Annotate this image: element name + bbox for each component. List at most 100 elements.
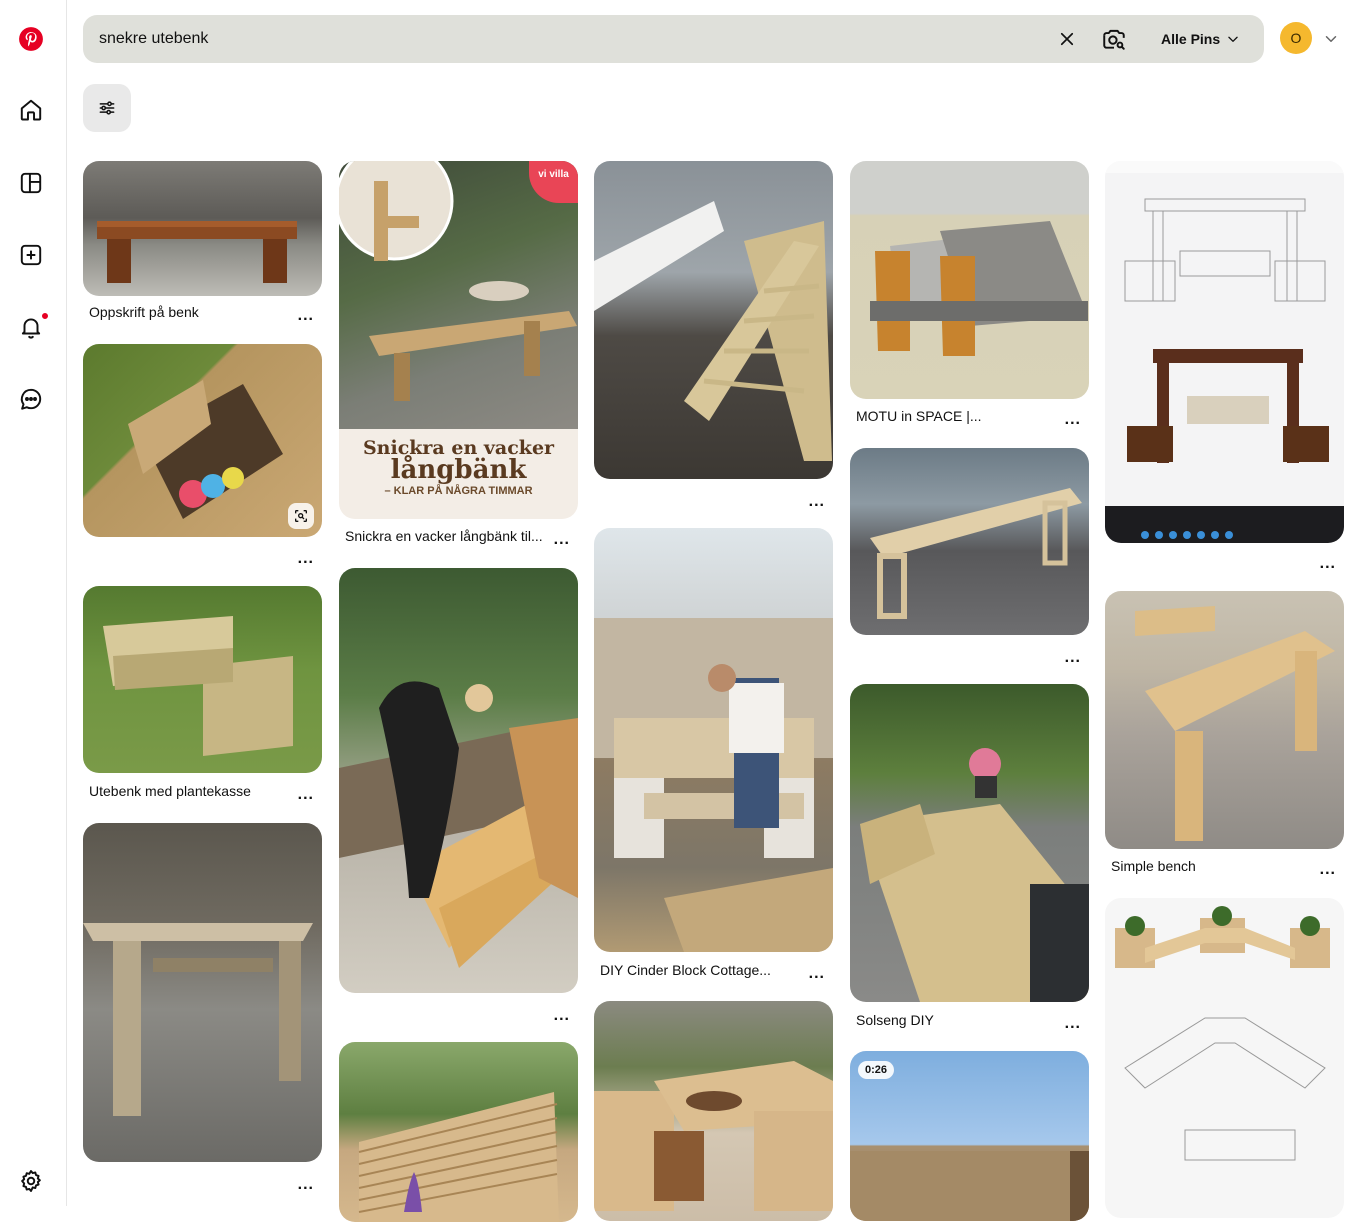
long-bench-photo — [339, 161, 577, 401]
visual-search-badge[interactable] — [288, 503, 314, 529]
pin-title[interactable]: Solseng DIY — [856, 1012, 1046, 1028]
pin-card[interactable] — [1105, 898, 1344, 1218]
search-input[interactable] — [99, 15, 999, 63]
pin-card[interactable]: ... — [850, 448, 1089, 670]
sidebar — [0, 0, 67, 1206]
pin-card[interactable]: vi villa Snickra en vacker långbänk – KL… — [339, 161, 578, 551]
pin-more-button[interactable]: ... — [554, 532, 570, 548]
pin-image[interactable] — [1105, 591, 1344, 849]
account-menu-button[interactable] — [1322, 30, 1340, 48]
filter-button[interactable] — [83, 84, 131, 132]
nav-create[interactable] — [11, 235, 51, 275]
pinterest-logo[interactable] — [11, 19, 51, 59]
pin-more-button[interactable]: ... — [298, 1177, 314, 1193]
bench-photo — [97, 221, 297, 283]
bench-3d-model — [870, 221, 1088, 356]
pin-card[interactable]: DIY Cinder Block Cottage... ... — [594, 528, 833, 988]
pin-more-button[interactable]: ... — [809, 966, 825, 982]
pin-card[interactable]: ... — [339, 568, 578, 1028]
pin-more-button[interactable]: ... — [298, 551, 314, 567]
home-icon — [20, 99, 42, 121]
pin-image[interactable] — [850, 684, 1089, 1002]
pin-image[interactable] — [339, 568, 578, 993]
avatar-initial: O — [1290, 30, 1302, 46]
pin-title[interactable]: Oppskrift på benk — [89, 304, 279, 320]
l-bench-photo — [1135, 606, 1335, 841]
pin-image[interactable] — [850, 161, 1089, 399]
pin-image[interactable] — [83, 344, 322, 537]
pin-image[interactable] — [594, 1001, 833, 1221]
pin-image[interactable] — [594, 161, 833, 479]
avatar[interactable]: O — [1280, 22, 1312, 54]
privacy-fence-photo — [358, 1092, 559, 1222]
swing-plan-screenshot — [1105, 161, 1344, 543]
pin-title[interactable]: MOTU in SPACE |... — [856, 408, 1046, 424]
bell-icon — [21, 318, 41, 339]
nav-home[interactable] — [11, 90, 51, 130]
pin-title[interactable]: Simple bench — [1111, 858, 1301, 874]
pin-more-button[interactable]: ... — [298, 787, 314, 803]
chevron-down-icon — [1228, 36, 1238, 42]
pin-image[interactable] — [83, 586, 322, 773]
slat-bench-photo — [870, 488, 1082, 619]
pin-more-button[interactable]: ... — [809, 494, 825, 510]
pin-photo-area: vi villa — [339, 161, 578, 429]
pin-more-button[interactable]: ... — [1065, 1016, 1081, 1032]
nav-settings[interactable] — [11, 1161, 51, 1201]
pin-image[interactable] — [83, 823, 322, 1162]
chevron-down-icon — [1325, 36, 1337, 42]
clear-search-button[interactable] — [1053, 25, 1081, 53]
close-icon — [1060, 32, 1074, 46]
pin-card[interactable]: Utebenk med plantekasse ... — [83, 586, 322, 806]
lens-icon — [295, 510, 307, 522]
pin-card[interactable] — [594, 1001, 833, 1221]
pin-more-button[interactable]: ... — [1320, 556, 1336, 572]
pin-title[interactable]: Utebenk med plantekasse — [89, 783, 279, 799]
pin-image[interactable]: 0:26 — [850, 1051, 1089, 1221]
pin-overlay-subtitle: – KLAR PÅ NÅGRA TIMMAR — [384, 485, 533, 497]
visual-search-button[interactable] — [1099, 24, 1129, 54]
pinterest-logo-icon — [19, 27, 43, 51]
bench-frame-photo — [594, 201, 832, 461]
nav-boards[interactable] — [11, 163, 51, 203]
pin-card[interactable]: ... — [1105, 161, 1344, 576]
nav-messages[interactable] — [11, 379, 51, 419]
pin-image[interactable] — [83, 161, 322, 296]
pin-image[interactable] — [850, 448, 1089, 635]
pin-more-button[interactable]: ... — [1065, 412, 1081, 428]
pin-more-button[interactable]: ... — [1320, 862, 1336, 878]
sunbed-photo — [860, 748, 1089, 1002]
filter-sliders-icon — [99, 101, 115, 115]
gear-icon — [21, 1170, 41, 1192]
pin-more-button[interactable]: ... — [298, 308, 314, 324]
pin-card[interactable] — [339, 1042, 578, 1222]
pin-card[interactable]: ... — [594, 161, 833, 511]
pin-image[interactable] — [1105, 898, 1344, 1218]
vi-villa-text: vi villa — [538, 169, 569, 180]
pin-more-button[interactable]: ... — [554, 1008, 570, 1024]
pin-card[interactable]: Solseng DIY ... — [850, 684, 1089, 1039]
pin-card[interactable]: Simple bench ... — [1105, 591, 1344, 881]
pin-title[interactable]: Snickra en vacker långbänk til... — [345, 528, 550, 544]
pin-image[interactable] — [1105, 161, 1344, 543]
nav-notifications[interactable] — [11, 307, 51, 347]
pin-card[interactable]: 0:26 — [850, 1051, 1089, 1221]
pin-card[interactable]: Oppskrift på benk ... — [83, 161, 322, 331]
fire-pit-bench-photo — [594, 1061, 833, 1211]
pin-card[interactable]: MOTU in SPACE |... ... — [850, 161, 1089, 436]
camera-search-icon — [1103, 29, 1125, 50]
pin-image[interactable]: vi villa Snickra en vacker långbänk – KL… — [339, 161, 578, 519]
search-bar: Alle Pins — [83, 15, 1264, 63]
slatted-bench-photo — [83, 923, 313, 1116]
pin-image[interactable] — [339, 1042, 578, 1222]
pin-title[interactable]: DIY Cinder Block Cottage... — [600, 962, 790, 978]
plus-square-icon — [20, 244, 42, 266]
pin-card[interactable]: ... — [83, 344, 322, 572]
pin-overlay-title-2: långbänk — [390, 455, 527, 485]
pin-scope-dropdown[interactable]: Alle Pins — [1161, 15, 1240, 63]
cinder-block-bench-photo — [594, 618, 833, 952]
pin-image[interactable] — [594, 528, 833, 952]
pin-more-button[interactable]: ... — [1065, 650, 1081, 666]
video-duration: 0:26 — [858, 1061, 895, 1079]
pin-card[interactable]: ... — [83, 823, 322, 1193]
